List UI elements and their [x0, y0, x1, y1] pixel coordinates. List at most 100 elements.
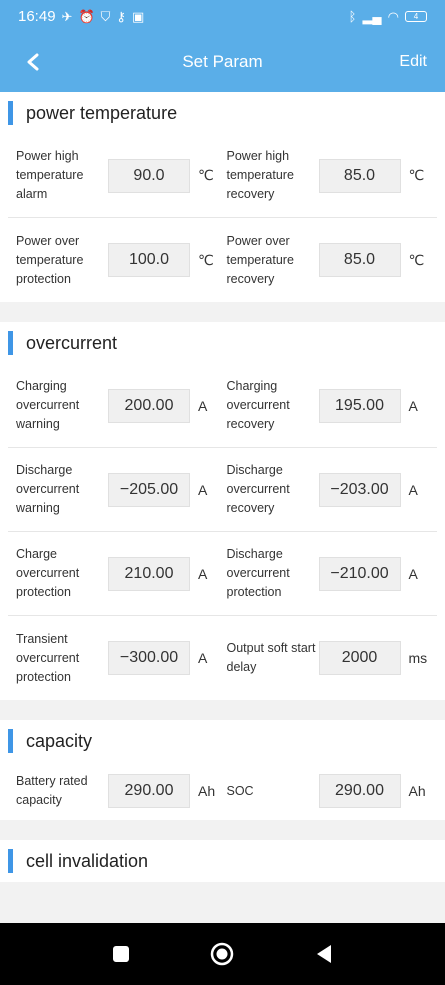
- section: power temperature Power high temperature …: [0, 92, 445, 302]
- param-unit: ms: [408, 650, 428, 666]
- param-label: Power over temperature protection: [16, 233, 84, 286]
- param-label: Output soft start delay: [226, 641, 316, 674]
- section-title: power temperature: [26, 102, 178, 123]
- param-unit: A: [198, 565, 208, 582]
- param-label: SOC: [226, 783, 254, 798]
- section-accent-bar: [8, 849, 13, 873]
- param-cell: Battery rated capacity 290.00 Ah: [16, 772, 227, 810]
- param-value-field[interactable]: 290.00: [318, 774, 401, 808]
- param-row: Discharge overcurrent warning −205.00 A Dis…: [8, 448, 437, 532]
- chevron-left-icon: [27, 53, 39, 71]
- param-row: Power over temperature protection 100.0 ℃ P…: [8, 218, 437, 302]
- section-header: cell invalidation: [0, 840, 445, 882]
- section-accent-bar: [8, 101, 13, 125]
- param-cell: Discharge overcurrent warning −205.00 A: [16, 461, 227, 518]
- param-label: Power high temperature alarm: [16, 149, 84, 201]
- edit-button[interactable]: Edit: [399, 53, 427, 71]
- section-accent-bar: [8, 729, 13, 753]
- param-unit: ℃: [408, 251, 425, 268]
- battery-icon: 4: [405, 10, 427, 22]
- param-value-field[interactable]: −210.00: [318, 556, 401, 591]
- param-value-field[interactable]: −205.00: [108, 472, 190, 507]
- param-value-field[interactable]: 200.00: [108, 388, 190, 423]
- param-unit: A: [198, 397, 208, 414]
- section-divider: [0, 700, 445, 720]
- back-nav-button[interactable]: [309, 939, 339, 969]
- param-value-field[interactable]: 290.00: [108, 774, 190, 808]
- param-value-field[interactable]: −300.00: [108, 641, 190, 675]
- home-button[interactable]: [207, 939, 237, 969]
- param-label: Charging overcurrent warning: [16, 379, 80, 431]
- param-cell: Charge overcurrent protection 210.00 A: [16, 545, 227, 602]
- param-unit: A: [408, 397, 418, 414]
- param-label: Charging overcurrent recovery: [226, 379, 290, 431]
- param-value-field[interactable]: 85.0: [318, 158, 401, 193]
- section-divider: [0, 302, 445, 322]
- param-row: Power high temperature alarm 90.0 ℃ Power h…: [8, 134, 437, 218]
- section-title: capacity: [26, 730, 93, 751]
- recents-square-icon: [112, 946, 129, 962]
- app-header: Set Param Edit: [0, 32, 445, 92]
- param-row: Battery rated capacity 290.00 Ah SOC 290.00 A…: [8, 762, 437, 820]
- wifi-icon: ◠: [387, 8, 399, 24]
- back-triangle-icon: [317, 945, 332, 963]
- param-unit: Ah: [408, 783, 426, 799]
- section-header: capacity: [0, 720, 445, 762]
- param-cell: SOC 290.00 Ah: [227, 774, 438, 808]
- param-cell: Power high temperature recovery 85.0 ℃: [227, 147, 438, 204]
- param-cell: Charging overcurrent recovery 195.00 A: [227, 377, 438, 434]
- status-bar-left: 16:49 ✈ ⏰ ⛉ ⚷ ▣: [18, 8, 144, 25]
- system-nav-bar: [0, 923, 445, 985]
- section-accent-bar: [8, 331, 13, 355]
- param-unit: A: [408, 481, 418, 498]
- lock-icon: ▣: [131, 8, 145, 24]
- param-cell: Discharge overcurrent recovery −203.00 A: [227, 461, 438, 518]
- param-unit: ℃: [198, 251, 214, 268]
- param-row: Transient overcurrent protection −300.00 A…: [8, 616, 437, 700]
- param-label: Charge overcurrent protection: [16, 547, 80, 599]
- section: cell invalidation: [0, 840, 445, 882]
- param-unit: A: [198, 650, 208, 666]
- param-label: Power over temperature recovery: [226, 233, 294, 286]
- section-header: overcurrent: [0, 322, 445, 364]
- param-value-field[interactable]: −203.00: [318, 472, 401, 507]
- param-unit: ℃: [198, 167, 214, 183]
- param-value-field[interactable]: 85.0: [318, 243, 401, 277]
- page-title: Set Param: [182, 52, 263, 71]
- param-label: Discharge overcurrent protection: [226, 547, 290, 599]
- shield-icon: ⛉: [100, 8, 111, 24]
- section-title: overcurrent: [26, 332, 118, 353]
- param-cell: Power over temperature protection 100.0 ℃: [16, 232, 227, 289]
- status-time: 16:49: [18, 7, 56, 25]
- param-unit: ℃: [408, 167, 425, 183]
- param-value-field[interactable]: 195.00: [318, 388, 401, 423]
- param-cell: Discharge overcurrent protection −210.00 A: [227, 545, 438, 602]
- param-unit: A: [198, 481, 208, 498]
- param-value-field[interactable]: 2000: [318, 641, 401, 675]
- bluetooth-icon: ᛒ: [348, 8, 357, 24]
- status-bar: 16:49 ✈ ⏰ ⛉ ⚷ ▣ ᛒ ▂▄ ◠ 4: [0, 0, 445, 32]
- param-label: Transient overcurrent protection: [16, 631, 80, 684]
- param-cell: Charging overcurrent warning 200.00 A: [16, 377, 227, 434]
- param-row: Charge overcurrent protection 210.00 A Disc…: [8, 532, 437, 616]
- param-cell: Power over temperature recovery 85.0 ℃: [227, 232, 438, 289]
- home-circle-icon: [211, 942, 234, 966]
- section: overcurrent Charging overcurrent warning 2…: [0, 322, 445, 700]
- param-list[interactable]: power temperature Power high temperature …: [0, 92, 445, 923]
- param-label: Discharge overcurrent recovery: [226, 463, 290, 515]
- alarm-icon: ⏰: [78, 8, 95, 24]
- param-row: Charging overcurrent warning 200.00 A Charg…: [8, 364, 437, 448]
- app-notification-icon: ✈: [61, 8, 73, 24]
- param-value-field[interactable]: 90.0: [108, 158, 190, 193]
- param-cell: Power high temperature alarm 90.0 ℃: [16, 147, 227, 204]
- param-cell: Output soft start delay 2000 ms: [227, 639, 438, 677]
- param-value-field[interactable]: 100.0: [108, 243, 190, 277]
- param-value-field[interactable]: 210.00: [108, 556, 190, 591]
- back-button[interactable]: [26, 53, 44, 71]
- param-label: Battery rated capacity: [16, 774, 88, 807]
- battery-level: 4: [413, 11, 419, 21]
- recents-button[interactable]: [106, 939, 136, 969]
- status-bar-right: ᛒ ▂▄ ◠ 4: [349, 10, 427, 23]
- param-unit: Ah: [198, 783, 216, 799]
- signal-icon: ▂▄: [362, 8, 382, 24]
